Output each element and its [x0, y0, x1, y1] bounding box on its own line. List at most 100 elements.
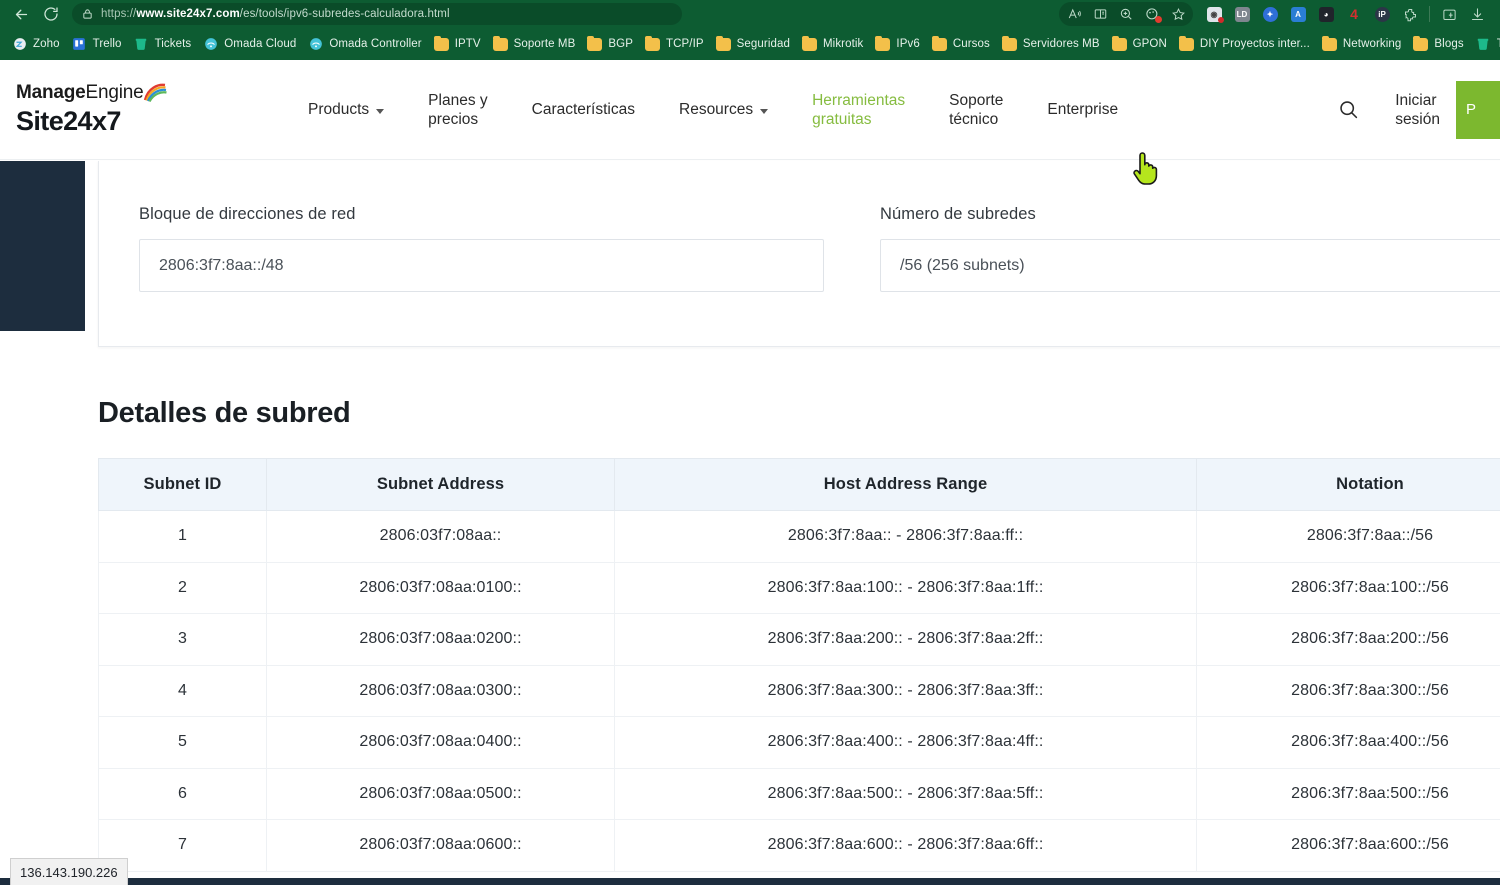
bookmark-item[interactable]: GPON [1106, 33, 1173, 55]
page-viewport: ManageEngine Site24x7 ProductsPlanes y p… [0, 60, 1500, 885]
bookmark-item[interactable]: Soporte MB [487, 33, 582, 55]
browser-chrome: https://www.site24x7.com/es/tools/ipv6-s… [0, 0, 1500, 60]
zoom-icon[interactable] [1113, 2, 1139, 26]
extension-puzzle-icon[interactable] [1397, 2, 1423, 26]
bookmark-item[interactable]: BGP [581, 33, 639, 55]
bookmark-item[interactable]: Servidores MB [996, 33, 1106, 55]
reload-icon[interactable] [36, 2, 66, 26]
bookmark-item[interactable]: Cursos [926, 33, 996, 55]
bottom-dark-strip [0, 878, 1500, 885]
bookmarks-bar: Zoho TrelloTicketsOmada CloudOmada Contro… [0, 28, 1500, 60]
subnet-count-label: Número de subredes [880, 205, 1500, 224]
bookmark-item[interactable]: Zoho [6, 33, 66, 55]
status-bar-text: 136.143.190.226 [20, 865, 118, 880]
bookmark-label: IPTV [455, 38, 481, 50]
bookmark-label: Zoho [33, 38, 60, 50]
nav-item-label: Resources [679, 100, 753, 119]
nav-item-1[interactable]: Products [286, 100, 406, 119]
cell-host-address-range: 2806:3f7:8aa:200:: - 2806:3f7:8aa:2ff:: [615, 614, 1197, 666]
table-header: Subnet ID Subnet Address Host Address Ra… [99, 459, 1500, 511]
omada-cloud-icon [203, 37, 218, 52]
login-link[interactable]: Iniciar sesión [1379, 91, 1456, 129]
bookmark-item[interactable]: Tickets [128, 33, 198, 55]
search-icon[interactable] [1318, 99, 1379, 120]
cell-host-address-range: 2806:3f7:8aa:100:: - 2806:3f7:8aa:1ff:: [615, 562, 1197, 614]
bookmark-item[interactable]: IPTV [428, 33, 487, 55]
cell-host-address-range: 2806:3f7:8aa:300:: - 2806:3f7:8aa:3ff:: [615, 665, 1197, 717]
nav-item-4[interactable]: Resources [657, 100, 790, 119]
bookmark-item[interactable]: DIY Proyectos inter... [1173, 33, 1316, 55]
nav-item-2[interactable]: Planes y precios [406, 91, 509, 129]
bookmark-item[interactable]: TCP/IP [639, 33, 710, 55]
browser-toolbar-actions: ◉ LD ✦ A ◕ 4 iP [1059, 2, 1494, 26]
table-row: 72806:03f7:08aa:0600::2806:3f7:8aa:600::… [99, 820, 1500, 872]
network-block-input[interactable]: 2806:3f7:8aa::/48 [139, 239, 824, 292]
nav-item-7[interactable]: Enterprise [1025, 100, 1140, 119]
lock-icon [82, 8, 93, 20]
folder-icon [1112, 37, 1127, 52]
subnet-details-table: Subnet ID Subnet Address Host Address Ra… [98, 458, 1500, 872]
bookmark-item[interactable]: Mikrotik [796, 33, 869, 55]
nav-item-label: Características [532, 100, 635, 119]
nav-item-5[interactable]: Herramientas gratuitas [790, 91, 927, 129]
logo-engine: Engine [86, 82, 144, 103]
read-aloud-icon[interactable] [1061, 2, 1087, 26]
table-row: 32806:03f7:08aa:0200::2806:3f7:8aa:200::… [99, 614, 1500, 666]
immersive-reader-icon[interactable] [1087, 2, 1113, 26]
tickets-icon [134, 37, 149, 52]
extension-translate-icon[interactable]: A [1285, 2, 1311, 26]
cell-subnet-address: 2806:03f7:08aa:0400:: [267, 717, 615, 769]
site-logo[interactable]: ManageEngine Site24x7 [16, 82, 212, 137]
bookmark-item[interactable]: Blogs [1407, 33, 1469, 55]
extension-bitwarden-icon[interactable]: ✦ [1257, 2, 1283, 26]
nav-item-label: Enterprise [1047, 100, 1118, 119]
bookmark-label: IPv6 [896, 38, 919, 50]
cell-subnet-id: 6 [99, 768, 267, 820]
bookmark-item[interactable]: Networking [1316, 33, 1408, 55]
bookmark-item[interactable]: IPv6 [869, 33, 925, 55]
address-bar-url: https://www.site24x7.com/es/tools/ipv6-s… [101, 8, 450, 20]
nav-item-label: Soporte técnico [949, 91, 1003, 129]
header-right-group: Iniciar sesión P [1318, 60, 1500, 159]
downloads-icon[interactable] [1464, 2, 1490, 26]
split-screen-icon[interactable] [1436, 2, 1462, 26]
site-header: ManageEngine Site24x7 ProductsPlanes y p… [0, 60, 1500, 160]
manageengine-wordmark: ManageEngine [16, 82, 168, 104]
cell-host-address-range: 2806:3f7:8aa:600:: - 2806:3f7:8aa:6ff:: [615, 820, 1197, 872]
bookmark-item[interactable]: Seguridad [710, 33, 796, 55]
cell-host-address-range: 2806:3f7:8aa:400:: - 2806:3f7:8aa:4ff:: [615, 717, 1197, 769]
extension-lastpass-icon[interactable]: LD [1229, 2, 1255, 26]
table-header-row: Subnet ID Subnet Address Host Address Ra… [99, 459, 1500, 511]
extension-four-icon[interactable]: 4 [1341, 2, 1367, 26]
folder-icon [1322, 37, 1337, 52]
url-path: /es/tools/ipv6-subredes-calculadora.html [240, 8, 450, 20]
nav-item-3[interactable]: Características [510, 100, 657, 119]
subnet-count-select[interactable]: /56 (256 subnets) [880, 239, 1500, 292]
address-bar[interactable]: https://www.site24x7.com/es/tools/ipv6-s… [72, 3, 682, 25]
cell-subnet-address: 2806:03f7:08aa:0600:: [267, 820, 615, 872]
nav-item-6[interactable]: Soporte técnico [927, 91, 1025, 129]
free-trial-button[interactable]: P [1456, 81, 1500, 139]
cell-notation: 2806:3f7:8aa::/56 [1197, 511, 1500, 563]
extension-ip-icon[interactable]: iP [1369, 2, 1395, 26]
table-row: 42806:03f7:08aa:0300::2806:3f7:8aa:300::… [99, 665, 1500, 717]
folder-icon [587, 37, 602, 52]
collections-icon[interactable] [1139, 2, 1165, 26]
bookmark-item[interactable]: Omada Controller [302, 33, 427, 55]
cell-subnet-id: 1 [99, 511, 267, 563]
bookmark-item[interactable]: Ticket PCTV [1470, 33, 1500, 55]
extension-adblock-icon[interactable]: ◉ [1201, 2, 1227, 26]
subnet-count-field-group: Número de subredes /56 (256 subnets) [880, 205, 1500, 292]
cell-subnet-address: 2806:03f7:08aa:0300:: [267, 665, 615, 717]
folder-icon [716, 37, 731, 52]
calculator-card: Bloque de direcciones de red 2806:3f7:8a… [98, 161, 1500, 347]
bookmark-item[interactable]: Omada Cloud [197, 33, 302, 55]
favorites-star-icon[interactable] [1165, 2, 1191, 26]
network-block-field-group: Bloque de direcciones de red 2806:3f7:8a… [139, 205, 824, 292]
folder-icon [645, 37, 660, 52]
cell-notation: 2806:3f7:8aa:300::/56 [1197, 665, 1500, 717]
extension-mask-icon[interactable]: ◕ [1313, 2, 1339, 26]
bookmark-item[interactable]: Trello [66, 33, 128, 55]
back-arrow-icon[interactable] [6, 2, 36, 26]
cell-subnet-id: 2 [99, 562, 267, 614]
